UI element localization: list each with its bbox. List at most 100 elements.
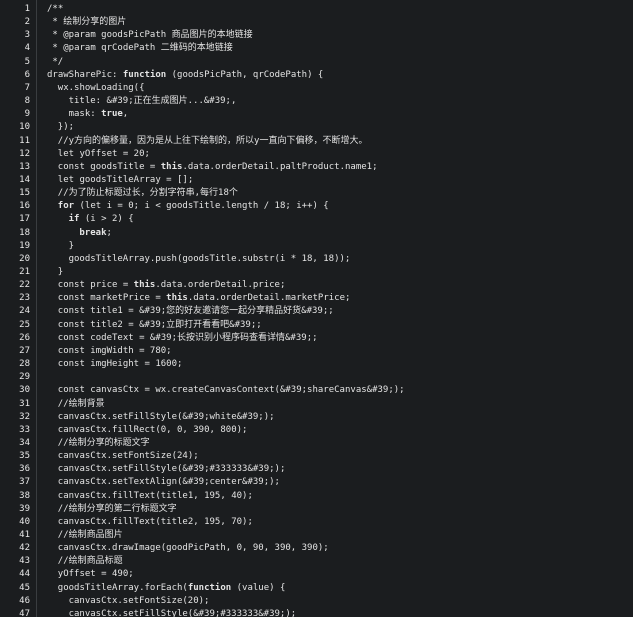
code-line[interactable]: 21} <box>0 266 633 279</box>
code-line[interactable]: 17 if (i > 2) { <box>0 213 633 226</box>
code-line[interactable]: 14 let goodsTitleArray = []; <box>0 174 633 187</box>
line-number: 10 <box>19 122 30 133</box>
code-line[interactable]: 24 const title1 = &#39;您的好友邀请您一起分享精品好货&#3… <box>0 305 633 318</box>
code-line[interactable]: 2 * 绘制分享的图片 <box>0 16 633 29</box>
line-code: if (i > 2) { <box>69 213 134 226</box>
code-line[interactable]: 25 const title2 = &#39;立即打开看看吧&#39;; <box>0 319 633 332</box>
line-code: canvasCtx.drawImage(goodPicPath, 0, 90, … <box>58 542 329 555</box>
code-line[interactable]: 40 canvasCtx.fillText(title2, 195, 70); <box>0 516 633 529</box>
code-line[interactable]: 30 const canvasCtx = wx.createCanvasConte… <box>0 384 633 397</box>
code-line[interactable]: 10}); <box>0 121 633 134</box>
line-code: canvasCtx.fillText(title2, 195, 70); <box>58 516 253 529</box>
code-line[interactable]: 31 //绘制背景 <box>0 398 633 411</box>
code-token: &#39;正在生成图片...&#39;, <box>106 96 237 107</box>
code-line[interactable]: 34 //绘制分享的标题文字 <box>0 437 633 450</box>
code-line[interactable]: 20 goodsTitleArray.push(goodsTitle.substr… <box>0 253 633 266</box>
line-code: const title1 = &#39;您的好友邀请您一起分享精品好货&#39;… <box>58 305 334 318</box>
code-line[interactable]: 4 * @param qrCodePath 二维码的本地链接 <box>0 42 633 55</box>
line-code: * 绘制分享的图片 <box>52 16 126 29</box>
code-line[interactable]: 26 const codeText = &#39;长按识别小程序码查看详情&#39… <box>0 332 633 345</box>
code-line[interactable]: 6 drawSharePic: function (goodsPicPath, q… <box>0 69 633 82</box>
code-line[interactable]: 23 const marketPrice = this.data.orderDet… <box>0 292 633 305</box>
code-token: (let i = 0; i < goodsTitle.length / 18; … <box>74 201 329 212</box>
code-line[interactable]: 15 //为了防止标题过长，分割字符串,每行18个 <box>0 187 633 200</box>
code-editor[interactable]: 1 /** 2 * 绘制分享的图片 3 * @param goodsPicPath 商品图… <box>0 0 633 617</box>
line-code: drawSharePic: function (goodsPicPath, qr… <box>47 69 323 82</box>
line-number: 20 <box>19 253 30 264</box>
code-line[interactable]: 11 //y方向的偏移量，因为是从上往下绘制的，所以y一直向下偏移，不断增大。 <box>0 135 633 148</box>
code-line[interactable]: 7 wx.showLoading({ <box>0 82 633 95</box>
line-code: * @param goodsPicPath 商品图片的本地链接 <box>52 29 252 42</box>
code-token: canvasCtx.fillRect(0, 0, 390, 800); <box>57 424 248 435</box>
code-line[interactable]: 43 //绘制商品标题 <box>0 555 633 568</box>
code-token: title: <box>68 96 107 107</box>
code-line[interactable]: 32 canvasCtx.setFillStyle(&#39;white&#39;… <box>0 411 633 424</box>
code-token: const imgHeight = 1600; <box>57 359 183 370</box>
code-line[interactable]: 29 <box>0 371 633 384</box>
line-code: goodsTitleArray.push(goodsTitle.substr(i… <box>69 253 351 266</box>
code-token: canvasCtx.setFontSize(24); <box>57 451 199 462</box>
line-number: 18 <box>19 227 30 238</box>
code-token: function <box>187 582 232 593</box>
code-line[interactable]: 44 yOffset = 490; <box>0 568 633 581</box>
line-number: 42 <box>19 543 30 554</box>
line-number: 2 <box>24 17 30 28</box>
code-line[interactable]: 35 canvasCtx.setFontSize(24); <box>0 450 633 463</box>
code-line[interactable]: 9 mask: true, <box>0 108 633 121</box>
line-code: //为了防止标题过长，分割字符串,每行18个 <box>58 187 238 200</box>
code-token: canvasCtx.setFillStyle(&#39; <box>68 608 221 617</box>
code-line[interactable]: 42 canvasCtx.drawImage(goodPicPath, 0, 90… <box>0 542 633 555</box>
line-code: yOffset = 490; <box>58 568 134 581</box>
code-line[interactable]: 16 for (let i = 0; i < goodsTitle.length … <box>0 200 633 213</box>
code-line[interactable]: 47 canvasCtx.setFillStyle(&#39;#333333&#3… <box>0 608 633 617</box>
line-number: 8 <box>24 96 30 107</box>
code-line[interactable]: 27 const imgWidth = 780; <box>0 345 633 358</box>
code-line[interactable]: 12 let yOffset = 20; <box>0 148 633 161</box>
line-number: 44 <box>19 569 30 580</box>
code-line[interactable]: 8 title: &#39;正在生成图片...&#39;, <box>0 95 633 108</box>
line-code: //绘制背景 <box>58 398 105 411</box>
line-code: const imgHeight = 1600; <box>58 358 183 371</box>
line-code: const price = this.data.orderDetail.pric… <box>58 279 286 292</box>
line-number: 1 <box>24 4 30 14</box>
code-line[interactable]: 41 //绘制商品图片 <box>0 529 633 542</box>
code-line[interactable]: 18 break; <box>0 227 633 240</box>
code-line[interactable]: 28 const imgHeight = 1600; <box>0 358 633 371</box>
line-code: title: &#39;正在生成图片...&#39;, <box>69 95 237 108</box>
line-code: canvasCtx.setFontSize(20); <box>69 595 210 608</box>
line-code: canvasCtx.fillText(title1, 195, 40); <box>58 490 253 503</box>
code-token: this <box>166 293 188 304</box>
code-token: (value) { <box>231 582 286 593</box>
code-token: const title2 = <box>57 319 140 330</box>
code-token: yOffset = 490; <box>57 569 134 580</box>
code-line[interactable]: 19} <box>0 240 633 253</box>
line-number: 22 <box>19 280 30 291</box>
code-line[interactable]: 38 canvasCtx.fillText(title1, 195, 40); <box>0 490 633 503</box>
code-token: #333333&#39;); <box>209 464 286 475</box>
code-line[interactable]: 13 const goodsTitle = this.data.orderDeta… <box>0 161 633 174</box>
code-line[interactable]: 37 canvasCtx.setTextAlign(&#39;center&#39… <box>0 476 633 489</box>
code-line[interactable]: 39 //绘制分享的第二行标题文字 <box>0 503 633 516</box>
line-code: let yOffset = 20; <box>58 148 150 161</box>
line-code: const goodsTitle = this.data.orderDetail… <box>58 161 378 174</box>
line-code: canvasCtx.setFontSize(24); <box>58 450 199 463</box>
code-line[interactable]: 1 /** <box>0 3 633 16</box>
line-code: const codeText = &#39;长按识别小程序码查看详情&#39;; <box>58 332 318 345</box>
code-line[interactable]: 5 */ <box>0 56 633 69</box>
code-line[interactable]: 45 goodsTitleArray.forEach(function (valu… <box>0 582 633 595</box>
code-token: ; <box>106 227 112 238</box>
line-code: } <box>58 266 63 279</box>
code-line[interactable]: 33 canvasCtx.fillRect(0, 0, 390, 800); <box>0 424 633 437</box>
code-line[interactable]: 46 canvasCtx.setFontSize(20); <box>0 595 633 608</box>
line-number: 23 <box>19 293 30 304</box>
line-number: 32 <box>19 411 30 422</box>
code-token: #333333&#39;); <box>220 608 297 617</box>
line-code: mask: true, <box>69 108 129 121</box>
code-line[interactable]: 36 canvasCtx.setFillStyle(&#39;#333333&#3… <box>0 463 633 476</box>
code-token: } <box>68 240 75 251</box>
code-line[interactable]: 3 * @param goodsPicPath 商品图片的本地链接 <box>0 29 633 42</box>
code-token: canvasCtx.setFillStyle(&#39; <box>57 411 210 422</box>
code-token: * @param qrCodePath 二维码的本地链接 <box>52 43 233 54</box>
code-line[interactable]: 22 const price = this.data.orderDetail.pr… <box>0 279 633 292</box>
line-number: 26 <box>19 332 30 343</box>
